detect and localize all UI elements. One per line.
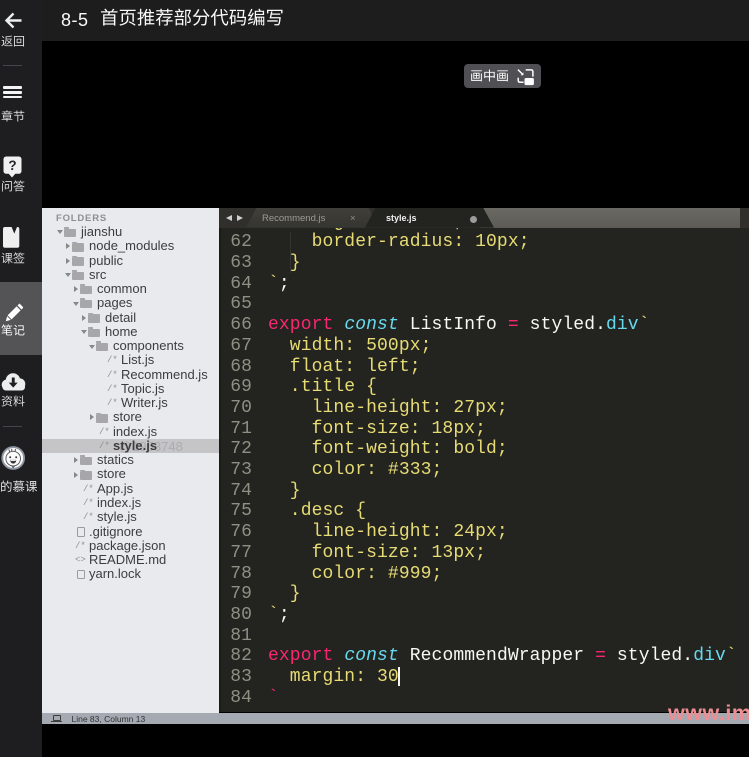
- svg-text:?: ?: [8, 158, 16, 173]
